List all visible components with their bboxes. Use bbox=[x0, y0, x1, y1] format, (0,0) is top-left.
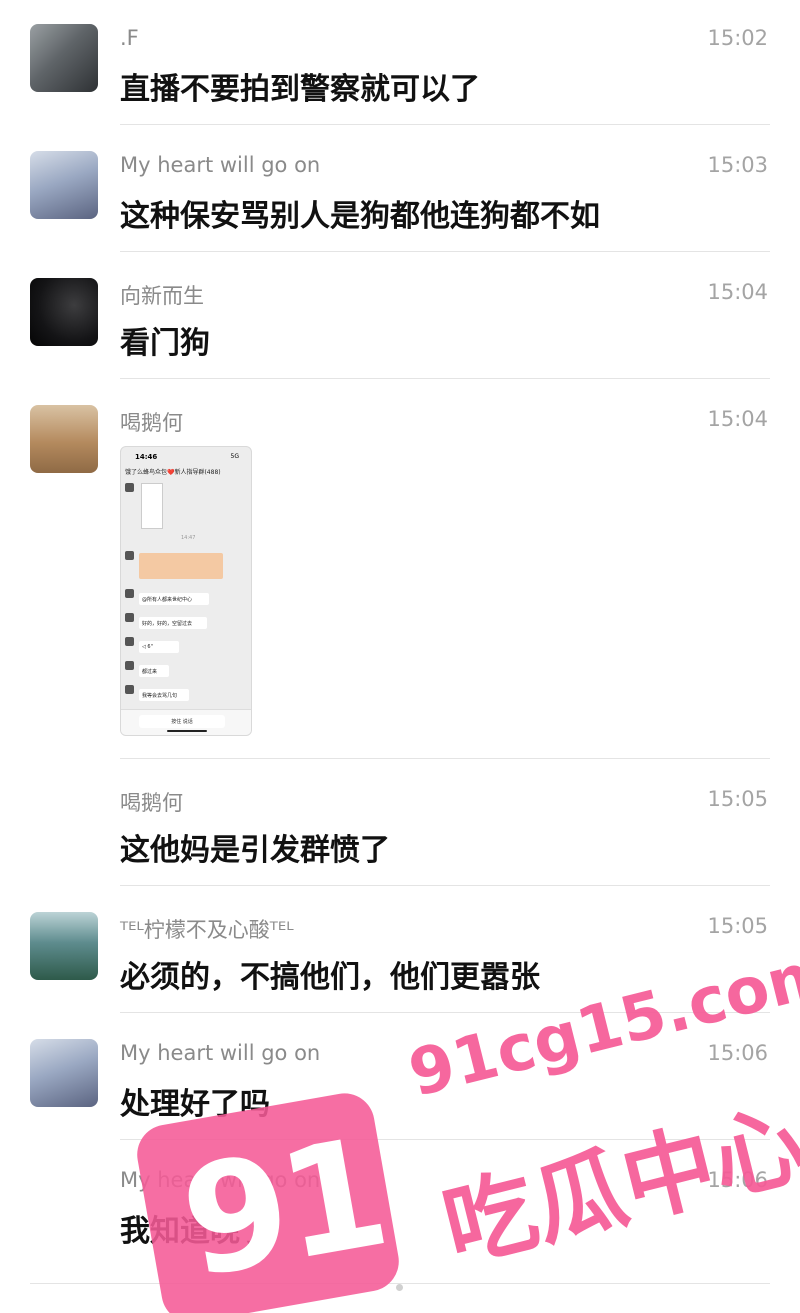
message-text[interactable]: 必须的，不搞他们，他们更嚣张 bbox=[120, 952, 540, 996]
message-time: 15:04 bbox=[707, 280, 768, 304]
image-message-thumbnail[interactable]: 14:46 5G 饿了么蜂鸟众包❤️新人指导群(488) 14:47 @所有人都… bbox=[120, 446, 252, 736]
thumbnail-time-label: 14:47 bbox=[181, 535, 196, 541]
thumbnail-home-indicator bbox=[167, 730, 207, 732]
thumbnail-avatar bbox=[125, 685, 134, 694]
thumbnail-status-time: 14:46 bbox=[135, 453, 158, 461]
sender-name: My heart will go on bbox=[120, 1041, 321, 1065]
thumbnail-avatar bbox=[125, 551, 134, 560]
thumbnail-bubble: @所有人都来世纪中心 bbox=[139, 593, 209, 605]
sender-name: 喝鹅何 bbox=[120, 791, 183, 815]
divider bbox=[120, 124, 770, 125]
message-time: 15:03 bbox=[707, 153, 768, 177]
sender-name: 向新而生 bbox=[120, 284, 204, 308]
avatar[interactable] bbox=[30, 24, 98, 92]
sender-name: .F bbox=[120, 26, 139, 50]
sender-name: My heart will go on bbox=[120, 1168, 321, 1192]
message-time: 15:05 bbox=[707, 914, 768, 938]
thumbnail-document bbox=[141, 483, 163, 529]
message-text[interactable]: 直播不要拍到警察就可以了 bbox=[120, 64, 480, 108]
avatar[interactable] bbox=[30, 405, 98, 473]
thumbnail-voice-button: 按住 说话 bbox=[139, 715, 225, 728]
thumbnail-avatar bbox=[125, 637, 134, 646]
divider bbox=[120, 251, 770, 252]
thumbnail-avatar bbox=[125, 613, 134, 622]
thumbnail-bubble: ◁ 6" bbox=[139, 641, 179, 653]
sender-name: My heart will go on bbox=[120, 153, 321, 177]
divider bbox=[120, 758, 770, 759]
thumbnail-avatar bbox=[125, 483, 134, 492]
divider bbox=[120, 378, 770, 379]
message-time: 15:06 bbox=[707, 1168, 768, 1192]
message-time: 15:06 bbox=[707, 1041, 768, 1065]
divider bbox=[120, 1012, 770, 1013]
message-text[interactable]: 处理好了吗 bbox=[120, 1079, 270, 1123]
thumbnail-red-packet bbox=[139, 553, 223, 579]
thumbnail-bubble: 好的，好的，空留过去 bbox=[139, 617, 207, 629]
avatar[interactable] bbox=[30, 278, 98, 346]
thumbnail-bubble: 都过来 bbox=[139, 665, 169, 677]
thumbnail-status-signal: 5G bbox=[230, 453, 239, 460]
avatar[interactable] bbox=[30, 151, 98, 219]
thumbnail-chat-header: 饿了么蜂鸟众包❤️新人指导群(488) bbox=[125, 469, 221, 476]
sender-name: ᵀᴱᴸ柠檬不及心酸ᵀᴱᴸ bbox=[120, 918, 294, 942]
divider bbox=[120, 885, 770, 886]
sender-name: 喝鹅何 bbox=[120, 411, 183, 435]
thumbnail-bubble: 我等会去骂几句 bbox=[139, 689, 189, 701]
message-time: 15:02 bbox=[707, 26, 768, 50]
message-text[interactable]: 这他妈是引发群愤了 bbox=[120, 825, 390, 869]
avatar[interactable] bbox=[30, 912, 98, 980]
page-indicator bbox=[396, 1284, 403, 1291]
thumbnail-avatar bbox=[125, 589, 134, 598]
message-text[interactable]: 我知道晚了 bbox=[120, 1206, 270, 1250]
thumbnail-avatar bbox=[125, 661, 134, 670]
message-text[interactable]: 这种保安骂别人是狗都他连狗都不如 bbox=[120, 191, 600, 235]
divider bbox=[120, 1139, 770, 1140]
avatar[interactable] bbox=[30, 1039, 98, 1107]
message-time: 15:05 bbox=[707, 787, 768, 811]
message-text[interactable]: 看门狗 bbox=[120, 318, 210, 362]
message-time: 15:04 bbox=[707, 407, 768, 431]
